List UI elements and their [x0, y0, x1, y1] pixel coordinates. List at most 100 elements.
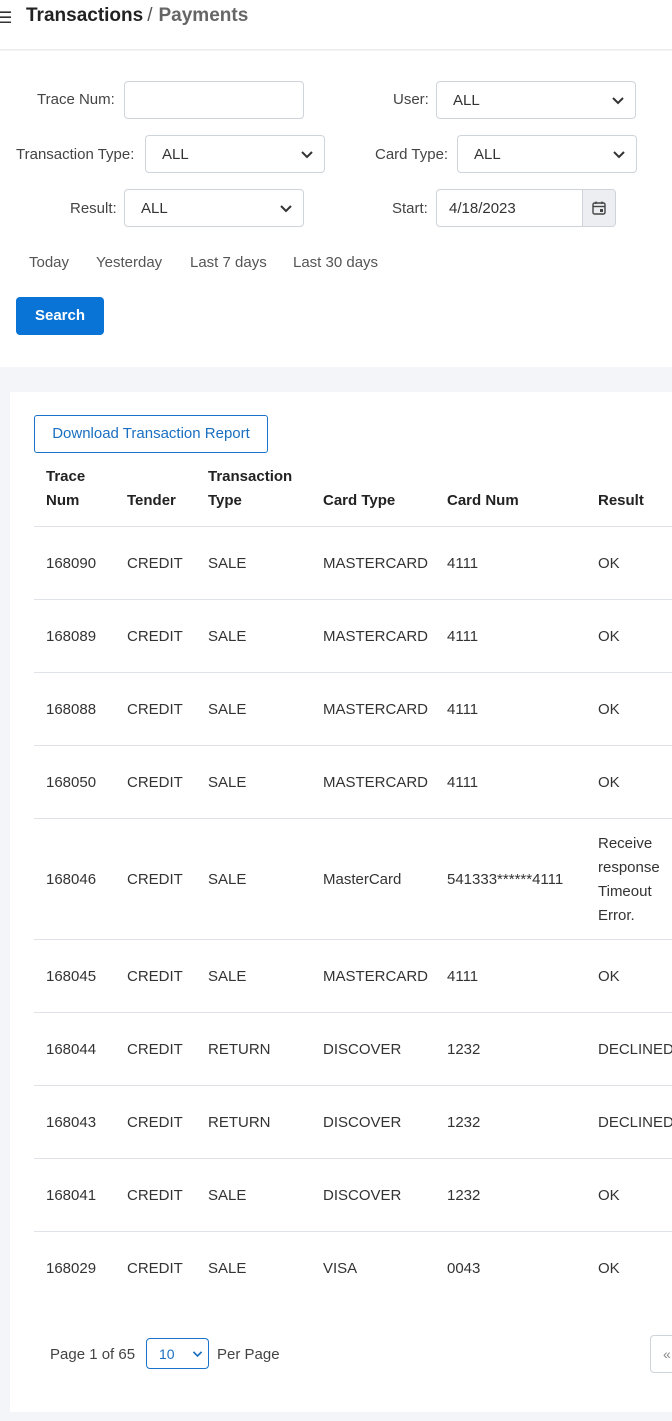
- cell-card-num: 541333******4111: [447, 870, 564, 888]
- cell-transaction-type: SALE: [208, 870, 247, 888]
- user-label: User:: [393, 91, 429, 108]
- download-report-button[interactable]: Download Transaction Report: [34, 415, 268, 453]
- card-type-select[interactable]: ALL: [457, 135, 637, 173]
- cell-trace-num: 168050: [46, 773, 97, 791]
- search-button[interactable]: Search: [16, 297, 104, 335]
- breadcrumb-separator: /: [147, 5, 153, 26]
- chevron-down-icon: [192, 1351, 203, 1358]
- table-row[interactable]: 168044 CREDIT RETURN DISCOVER 1232 DECLINED: [34, 1012, 672, 1085]
- header-transaction-type-line1: Transaction: [208, 468, 293, 485]
- calendar-icon: [592, 201, 606, 215]
- header-transaction-type-line2: Type: [208, 492, 242, 509]
- cell-card-type: MASTERCARD: [323, 967, 429, 985]
- table-row[interactable]: 168088 CREDIT SALE MASTERCARD 4111 OK: [34, 672, 672, 745]
- cell-tender: CREDIT: [127, 773, 183, 791]
- chevron-down-icon: [612, 97, 624, 105]
- cell-transaction-type: RETURN: [208, 1113, 271, 1131]
- quick-range-last-7-days[interactable]: Last 7 days: [190, 254, 267, 271]
- filter-panel: Trace Num: User: ALL Transaction Type: A…: [0, 51, 672, 367]
- header-card-num[interactable]: Card Num: [447, 489, 519, 513]
- cell-card-type: DISCOVER: [323, 1186, 402, 1204]
- trace-num-label: Trace Num:: [37, 91, 115, 108]
- quick-range-yesterday[interactable]: Yesterday: [96, 254, 162, 271]
- table-row[interactable]: 168041 CREDIT SALE DISCOVER 1232 OK: [34, 1158, 672, 1231]
- header-trace-num-line2: Num: [46, 492, 80, 509]
- cell-tender: CREDIT: [127, 870, 183, 888]
- cell-card-num: 4111: [447, 554, 479, 572]
- cell-transaction-type: SALE: [208, 554, 247, 572]
- header-transaction-type[interactable]: Transaction Type: [208, 465, 292, 513]
- cell-trace-num: 168044: [46, 1040, 97, 1058]
- table-row[interactable]: 168050 CREDIT SALE MASTERCARD 4111 OK: [34, 745, 672, 818]
- cell-tender: CREDIT: [127, 700, 183, 718]
- result-select[interactable]: ALL: [124, 189, 304, 227]
- cell-card-type: DISCOVER: [323, 1113, 402, 1131]
- quick-range-last-30-days[interactable]: Last 30 days: [293, 254, 378, 271]
- per-page-value: 10: [159, 1346, 175, 1362]
- menu-icon[interactable]: ☰: [0, 8, 12, 28]
- cell-card-num: 4111: [447, 967, 479, 985]
- first-page-button[interactable]: «: [650, 1335, 672, 1373]
- result-select-value: ALL: [141, 200, 168, 217]
- cell-tender: CREDIT: [127, 1113, 183, 1131]
- cell-transaction-type: SALE: [208, 1259, 247, 1277]
- cell-result: DECLINED: [598, 1111, 672, 1135]
- card-type-label: Card Type:: [375, 146, 449, 163]
- cell-result: OK: [598, 1257, 620, 1281]
- cell-result: Receive response Timeout Error.: [598, 832, 660, 928]
- breadcrumb-parent[interactable]: Transactions: [26, 5, 143, 26]
- table-row[interactable]: 168045 CREDIT SALE MASTERCARD 4111 OK: [34, 939, 672, 1012]
- cell-trace-num: 168088: [46, 700, 97, 718]
- start-label: Start:: [392, 200, 428, 217]
- cell-trace-num: 168090: [46, 554, 97, 572]
- cell-result-line: OK: [598, 700, 620, 718]
- transaction-type-value: ALL: [162, 146, 189, 163]
- cell-transaction-type: SALE: [208, 700, 247, 718]
- transaction-type-label: Transaction Type:: [16, 146, 135, 163]
- cell-card-num: 1232: [447, 1186, 481, 1204]
- per-page-select[interactable]: 10: [146, 1338, 209, 1369]
- cell-result-line: Error.: [598, 906, 635, 924]
- cell-trace-num: 168045: [46, 967, 97, 985]
- cell-result-line: DECLINED: [598, 1113, 672, 1131]
- table-row[interactable]: 168046 CREDIT SALE MasterCard 541333******41…: [34, 818, 672, 939]
- calendar-button[interactable]: [582, 190, 615, 226]
- header-result[interactable]: Result: [598, 489, 644, 513]
- cell-card-num: 1232: [447, 1040, 481, 1058]
- cell-trace-num: 168046: [46, 870, 97, 888]
- cell-card-type: MASTERCARD: [323, 554, 429, 572]
- results-panel: Download Transaction Report Trace Num Te…: [10, 392, 672, 1412]
- chevron-down-icon: [280, 205, 292, 213]
- quick-range-today[interactable]: Today: [29, 254, 69, 271]
- header-trace-num[interactable]: Trace Num: [46, 465, 85, 513]
- cell-transaction-type: SALE: [208, 627, 247, 645]
- cell-card-type: VISA: [323, 1259, 358, 1277]
- trace-num-input[interactable]: [124, 81, 304, 119]
- table-row[interactable]: 168043 CREDIT RETURN DISCOVER 1232 DECLINED: [34, 1085, 672, 1158]
- cell-trace-num: 168041: [46, 1186, 97, 1204]
- cell-result: OK: [598, 771, 620, 795]
- cell-transaction-type: SALE: [208, 967, 247, 985]
- table-row[interactable]: 168090 CREDIT SALE MASTERCARD 4111 OK: [34, 526, 672, 599]
- cell-card-num: 4111: [447, 627, 479, 645]
- table-row[interactable]: 168089 CREDIT SALE MASTERCARD 4111 OK: [34, 599, 672, 672]
- header-card-type[interactable]: Card Type: [323, 489, 395, 513]
- cell-result: OK: [598, 625, 620, 649]
- start-date-input[interactable]: 4/18/2023: [436, 189, 616, 227]
- top-bar: ☰ Transactions / Payments: [0, 0, 672, 50]
- cell-trace-num: 168043: [46, 1113, 97, 1131]
- cell-card-num: 0043: [447, 1259, 481, 1277]
- table-row[interactable]: 168029 CREDIT SALE VISA 0043 OK: [34, 1231, 672, 1304]
- cell-card-type: DISCOVER: [323, 1040, 402, 1058]
- breadcrumb: Transactions / Payments: [26, 5, 248, 27]
- transaction-type-select[interactable]: ALL: [145, 135, 325, 173]
- header-tender[interactable]: Tender: [127, 489, 176, 513]
- result-label: Result:: [70, 200, 117, 217]
- cell-tender: CREDIT: [127, 1259, 183, 1277]
- cell-result: OK: [598, 698, 620, 722]
- cell-result: OK: [598, 552, 620, 576]
- cell-result: DECLINED: [598, 1038, 672, 1062]
- cell-card-type: MASTERCARD: [323, 627, 429, 645]
- user-select[interactable]: ALL: [436, 81, 636, 119]
- breadcrumb-current: Payments: [158, 5, 249, 26]
